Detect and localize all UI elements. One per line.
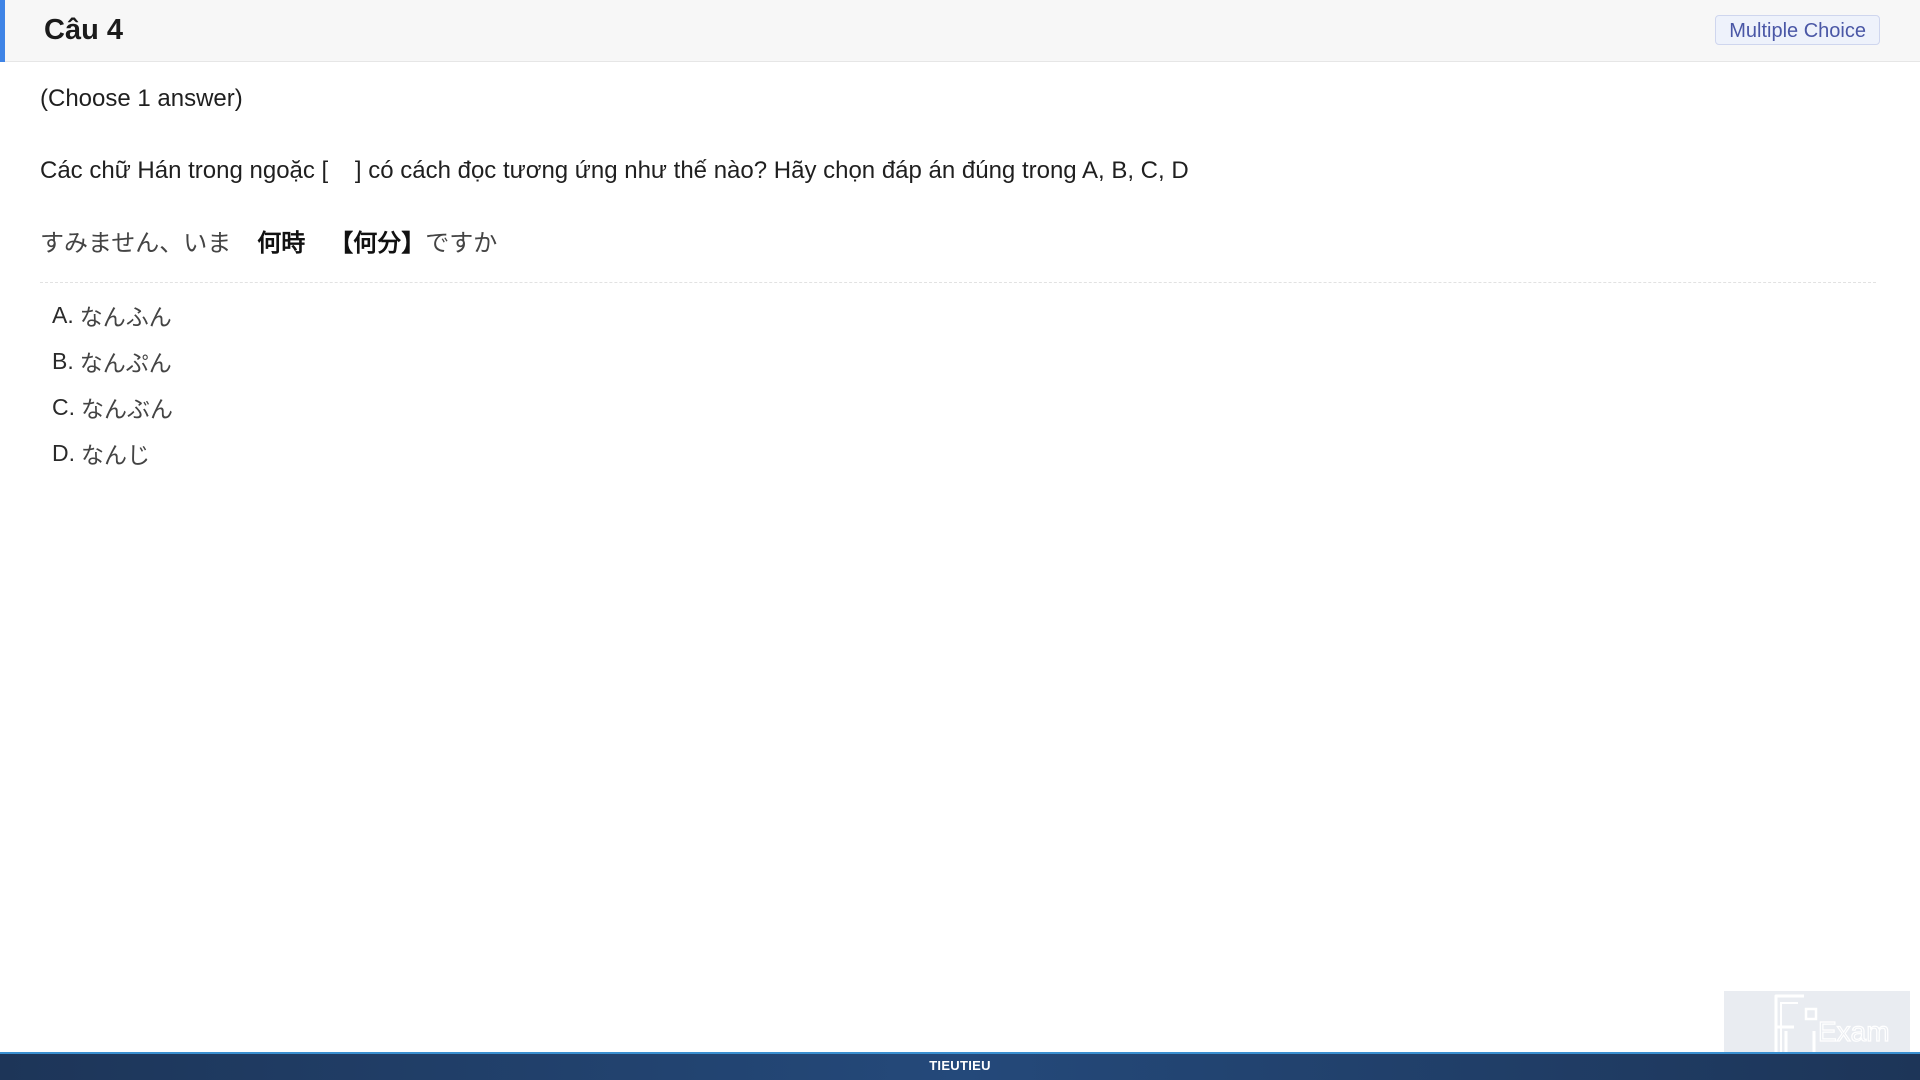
question-divider bbox=[40, 282, 1876, 283]
footer-text: TIEUTIEU bbox=[929, 1058, 991, 1073]
answer-option-b[interactable]: B. なんぷん bbox=[52, 338, 173, 384]
question-instruction: (Choose 1 answer) bbox=[40, 85, 243, 112]
answer-option-d[interactable]: D. なんじ bbox=[52, 430, 173, 476]
option-letter: C. bbox=[52, 393, 75, 420]
sentence-kanji: 何時 bbox=[257, 229, 306, 257]
option-letter: B. bbox=[52, 347, 74, 374]
option-text: なんふん bbox=[79, 305, 172, 331]
option-letter: A. bbox=[52, 301, 74, 328]
exam-page: Câu 4 Multiple Choice (Choose 1 answer) … bbox=[0, 0, 1920, 1080]
question-type-badge: Multiple Choice bbox=[1715, 15, 1880, 45]
option-text: なんじ bbox=[81, 443, 150, 469]
footer-bar: TIEUTIEU bbox=[0, 1052, 1920, 1080]
answer-option-a[interactable]: A. なんふん bbox=[52, 292, 173, 338]
question-prompt: Các chữ Hán trong ngoặc [ ] có cách đọc … bbox=[40, 157, 1189, 184]
question-sentence: すみません、いま 何時 【何分】ですか bbox=[40, 226, 497, 260]
sentence-part-1: すみません、いま bbox=[40, 229, 232, 257]
option-text: なんぶん bbox=[81, 397, 173, 423]
header-accent-bar bbox=[0, 0, 5, 62]
logo-text: Exam bbox=[1818, 1016, 1890, 1047]
option-text: なんぷん bbox=[79, 351, 172, 377]
option-letter: D. bbox=[52, 439, 75, 466]
sentence-part-2: ですか bbox=[425, 229, 498, 257]
answer-options: A. なんふん B. なんぷん C. なんぶん D. なんじ bbox=[52, 292, 173, 476]
question-title: Câu 4 bbox=[44, 14, 123, 46]
question-header: Câu 4 Multiple Choice bbox=[0, 0, 1920, 62]
answer-option-c[interactable]: C. なんぶん bbox=[52, 384, 173, 430]
sentence-bracketed-kanji: 【何分】 bbox=[329, 229, 426, 257]
